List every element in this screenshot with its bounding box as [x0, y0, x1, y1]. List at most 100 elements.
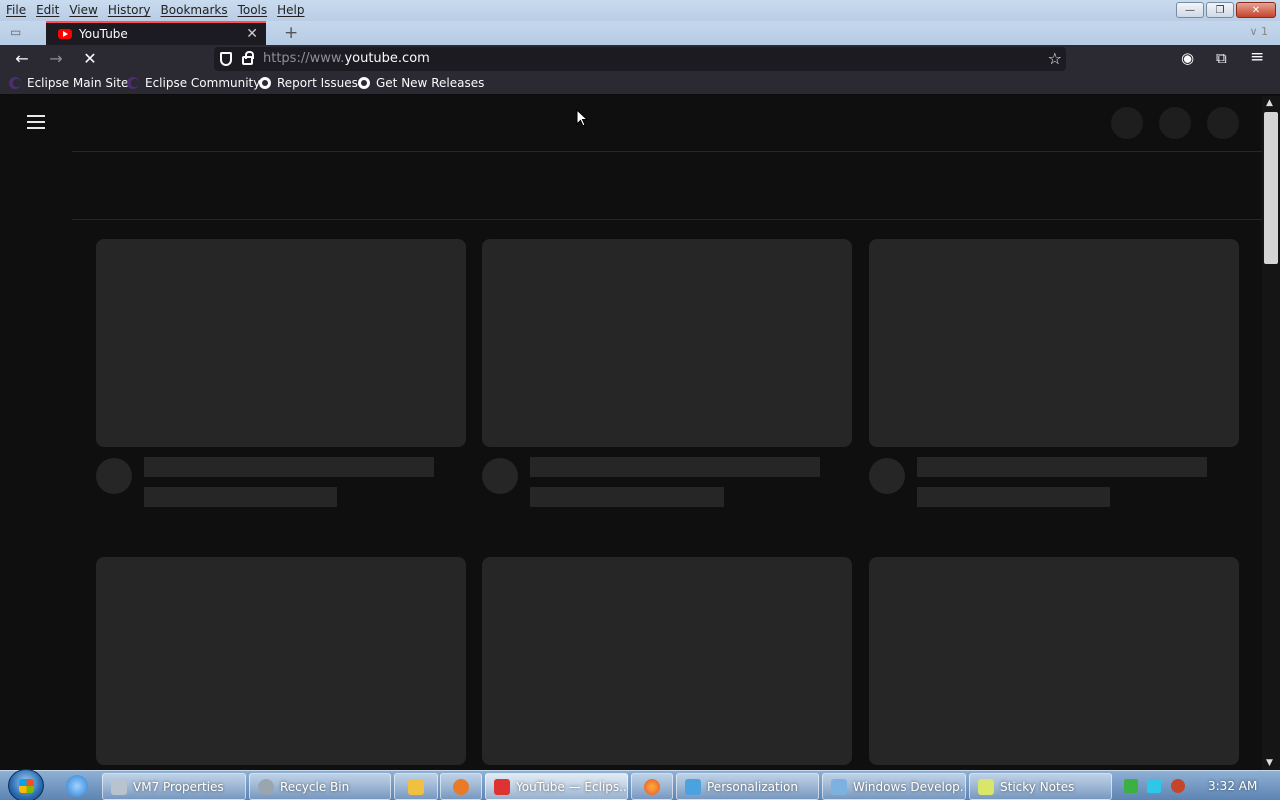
video-meta-skeleton: [917, 487, 1110, 507]
windows-taskbar: VM7 Properties Recycle Bin YouTube — Ecl…: [0, 769, 1280, 800]
internet-explorer-icon[interactable]: [66, 775, 88, 797]
taskbar-item-label: Windows Develop...: [853, 779, 966, 794]
tab-title: YouTube: [79, 27, 128, 41]
stop-loading-button[interactable]: ✕: [78, 48, 102, 70]
menu-bookmarks[interactable]: Bookmarks: [161, 3, 228, 17]
bookmark-label: Eclipse Community: [145, 76, 261, 90]
new-tab-button[interactable]: +: [284, 23, 298, 43]
bookmark-star-icon[interactable]: ☆: [1048, 49, 1062, 68]
video-title-skeleton: [917, 457, 1207, 477]
minimize-button[interactable]: —: [1176, 2, 1204, 18]
extensions-icon[interactable]: ⧉: [1216, 49, 1227, 67]
channel-avatar-skeleton: [96, 458, 132, 494]
windows-logo-icon: [19, 779, 34, 793]
display-icon[interactable]: [1147, 779, 1161, 793]
taskbar-item-windows-developer[interactable]: Windows Develop...: [822, 773, 966, 800]
channel-avatar-skeleton: [869, 458, 905, 494]
start-button[interactable]: [8, 769, 44, 800]
video-thumbnail-skeleton: [482, 239, 852, 447]
video-thumbnail-skeleton: [869, 239, 1239, 447]
account-icon[interactable]: ◉: [1181, 49, 1194, 67]
network-icon[interactable]: [1124, 779, 1138, 793]
taskbar-item-sticky-notes[interactable]: Sticky Notes: [969, 773, 1112, 800]
eclipse-icon: [9, 77, 21, 89]
navigation-toolbar: ← → ✕ https://www.youtube.com ☆ ◉ ⧉ ≡: [0, 45, 1280, 73]
clock[interactable]: 3:32 AM: [1208, 779, 1257, 793]
video-title-skeleton: [530, 457, 820, 477]
taskbar-item-vm7-properties[interactable]: VM7 Properties: [102, 773, 246, 800]
guide-menu-icon[interactable]: [27, 115, 45, 129]
scroll-down-icon[interactable]: ▼: [1266, 758, 1273, 768]
bookmark-eclipse-community[interactable]: Eclipse Community: [127, 76, 260, 90]
bookmark-label: Report Issues: [277, 76, 358, 90]
tracking-protection-shield-icon[interactable]: [220, 52, 232, 66]
tab-close-icon[interactable]: ✕: [246, 26, 258, 42]
github-icon: [259, 77, 271, 89]
taskbar-item-recycle-bin[interactable]: Recycle Bin: [249, 773, 391, 800]
youtube-favicon-icon: [58, 29, 72, 39]
url-scheme: https://www.: [263, 51, 345, 66]
back-button[interactable]: ←: [10, 48, 34, 70]
scrollbar-thumb[interactable]: [1264, 112, 1278, 264]
channel-avatar-skeleton: [482, 458, 518, 494]
sticky-notes-icon: [978, 778, 994, 795]
bookmark-report-issues[interactable]: Report Issues: [259, 76, 358, 90]
app-icon: [453, 778, 469, 795]
taskbar-item-label: VM7 Properties: [133, 779, 224, 794]
taskbar-item-label: YouTube — Eclips...: [516, 779, 628, 794]
github-icon: [358, 77, 370, 89]
system-tray: 3:32 AM: [1114, 773, 1280, 800]
menu-view[interactable]: View: [69, 3, 97, 17]
video-thumbnail-skeleton: [96, 557, 466, 765]
menu-tools[interactable]: Tools: [238, 3, 268, 17]
menu-help[interactable]: Help: [277, 3, 304, 17]
personalization-icon: [685, 778, 701, 795]
chips-divider: [72, 219, 1262, 220]
close-window-button[interactable]: ✕: [1236, 2, 1276, 18]
tab-strip: ▭ YouTube ✕ + ∨ 1: [0, 21, 1280, 45]
taskbar-item-label: Sticky Notes: [1000, 779, 1075, 794]
taskbar-item-firefox[interactable]: [631, 773, 673, 800]
video-thumbnail-skeleton: [482, 557, 852, 765]
header-skeleton-circle: [1207, 107, 1239, 139]
scroll-up-icon[interactable]: ▲: [1266, 98, 1273, 108]
tab-list-button[interactable]: ∨ 1: [1249, 25, 1268, 38]
lock-icon[interactable]: [242, 51, 254, 65]
app-menu-icon[interactable]: ≡: [1250, 47, 1264, 67]
windows-developer-icon: [831, 778, 847, 795]
mouse-cursor-icon: [576, 109, 588, 127]
restore-button[interactable]: ❐: [1206, 2, 1234, 18]
media-player-icon: [408, 778, 424, 795]
header-divider: [72, 151, 1262, 152]
video-title-skeleton: [144, 457, 434, 477]
firefox-icon: [644, 778, 660, 795]
window-controls: — ❐ ✕: [1176, 2, 1276, 18]
menu-file[interactable]: File: [6, 3, 26, 17]
tab-youtube[interactable]: YouTube ✕: [46, 21, 266, 45]
bookmark-eclipse-main-site[interactable]: Eclipse Main Site: [9, 76, 128, 90]
page-scrollbar[interactable]: ▲ ▼: [1262, 96, 1280, 770]
header-skeleton-circle: [1111, 107, 1143, 139]
forward-button[interactable]: →: [44, 48, 68, 70]
taskbar-item-app[interactable]: [440, 773, 482, 800]
video-thumbnail-skeleton: [869, 557, 1239, 765]
url-text[interactable]: https://www.youtube.com: [263, 51, 430, 66]
menu-history[interactable]: History: [108, 3, 151, 17]
bookmark-label: Get New Releases: [376, 76, 485, 90]
url-bar[interactable]: https://www.youtube.com ☆: [214, 47, 1066, 71]
recycle-bin-icon: [258, 778, 274, 795]
firefox-view-icon[interactable]: ▭: [10, 25, 28, 41]
taskbar-item-label: Recycle Bin: [280, 779, 350, 794]
menu-bar: File Edit View History Bookmarks Tools H…: [0, 0, 1280, 21]
url-host: youtube.com: [344, 51, 430, 66]
taskbar-item-youtube-eclipse[interactable]: YouTube — Eclips...: [485, 773, 628, 800]
video-thumbnail-skeleton: [96, 239, 466, 447]
video-meta-skeleton: [144, 487, 337, 507]
menu-items: File Edit View History Bookmarks Tools H…: [6, 3, 315, 17]
menu-edit[interactable]: Edit: [36, 3, 59, 17]
taskbar-item-personalization[interactable]: Personalization: [676, 773, 819, 800]
volume-icon[interactable]: [1171, 779, 1185, 793]
bookmark-get-new-releases[interactable]: Get New Releases: [358, 76, 484, 90]
taskbar-item-media-player[interactable]: [394, 773, 438, 800]
bookmarks-toolbar: Eclipse Main Site Eclipse Community Repo…: [0, 73, 1280, 95]
